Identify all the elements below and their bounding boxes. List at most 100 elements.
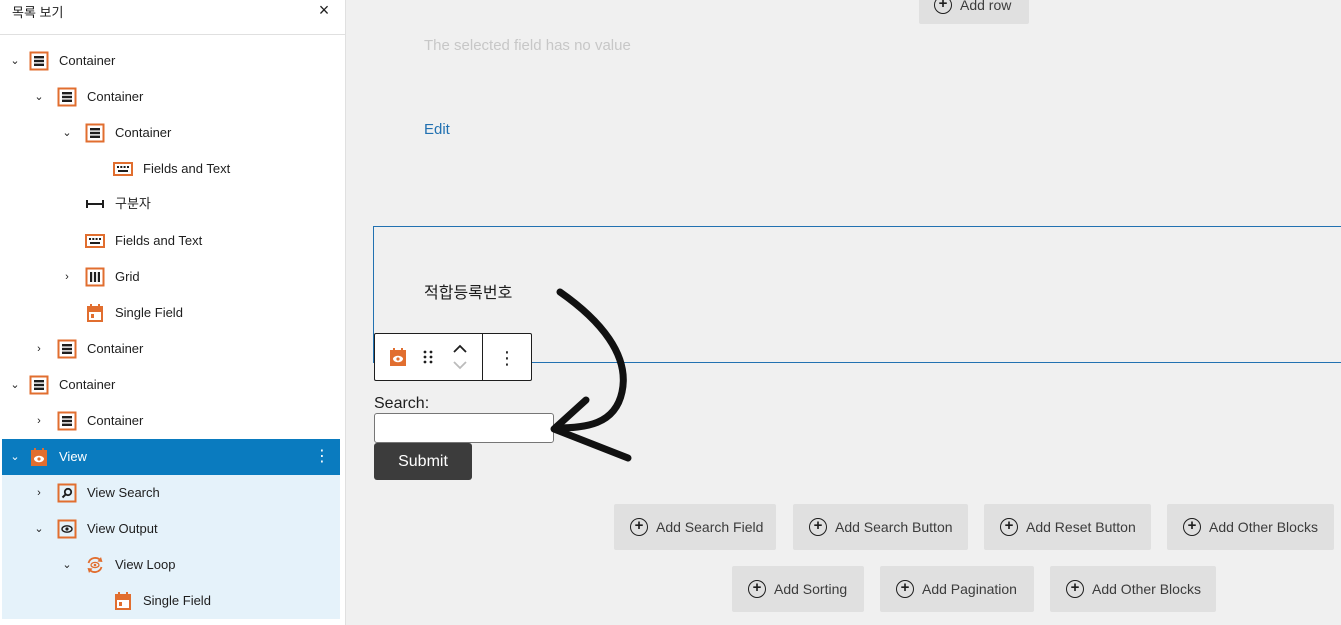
chevron-down-icon[interactable]: ⌄ [32, 90, 46, 104]
add-row-label: Add row [960, 0, 1012, 13]
chevron-right-icon[interactable]: › [32, 342, 46, 356]
container-icon [57, 87, 77, 107]
add-reset-button-button[interactable]: + Add Reset Button [984, 504, 1151, 550]
tree-item-container[interactable]: ⌄ Container [2, 79, 340, 115]
calendar-icon [87, 304, 103, 322]
tree-item-label: 구분자 [115, 196, 151, 211]
tree-item-label: Fields and Text [115, 233, 203, 248]
chevron-down-icon[interactable]: ⌄ [60, 558, 74, 572]
search-label: Search: [374, 395, 430, 412]
tree-item-label: Container [87, 89, 144, 104]
container-icon [29, 375, 49, 395]
tree-item-container[interactable]: ⌄ Container [2, 115, 340, 151]
tree-item-label: Container [115, 125, 172, 140]
plus-circle-icon: + [630, 518, 648, 536]
container-icon [57, 411, 77, 431]
tree-item-label: View Search [87, 485, 160, 500]
annotation-arrow [550, 288, 632, 462]
tree-item-label: Fields and Text [143, 161, 231, 176]
button-label: Add Search Button [835, 519, 953, 535]
block-toolbar: ⋮ [374, 333, 532, 381]
grid-icon [85, 267, 105, 287]
search-input[interactable] [374, 413, 554, 443]
tree-item-label: Grid [115, 269, 140, 284]
tree-item-view-output[interactable]: ⌄ View Output [2, 511, 340, 547]
list-view-header: 목록 보기 × [0, 0, 346, 35]
view-icon [31, 448, 47, 466]
block-field-text: 적합등록번호 [424, 285, 513, 302]
button-label: Add Pagination [922, 581, 1017, 597]
plus-circle-icon: + [809, 518, 827, 536]
chevron-down-icon[interactable]: ⌄ [32, 522, 46, 536]
chevron-down-icon[interactable]: ⌄ [8, 378, 22, 392]
chevron-right-icon[interactable]: › [60, 270, 74, 284]
close-icon[interactable]: × [314, 0, 334, 20]
tree-item-label: Single Field [115, 305, 183, 320]
plus-circle-icon: + [748, 580, 766, 598]
list-view-title: 목록 보기 [12, 5, 64, 20]
loop-icon [87, 557, 103, 573]
tree-item-container[interactable]: › Container [2, 403, 340, 439]
tree-item-view-loop[interactable]: ⌄ View Loop [2, 547, 340, 583]
button-label: Add Sorting [774, 581, 848, 597]
tree-item-fields-and-text[interactable]: Fields and Text [2, 223, 340, 259]
container-icon [85, 123, 105, 143]
add-row-button[interactable]: + Add row [919, 0, 1029, 24]
add-search-field-button[interactable]: + Add Search Field [614, 504, 776, 550]
search-icon [57, 483, 77, 503]
chevron-down-icon[interactable]: ⌄ [60, 126, 74, 140]
keyboard-icon [113, 162, 133, 176]
chevron-down-icon[interactable]: ⌄ [8, 54, 22, 68]
tree-item-view[interactable]: ⌄ View ⋮ [2, 439, 340, 475]
plus-circle-icon: + [934, 0, 952, 14]
drag-handle-icon[interactable] [421, 349, 435, 365]
tree-item-single-field[interactable]: Single Field [2, 583, 340, 619]
move-up-icon[interactable] [452, 343, 468, 355]
tree-item-container[interactable]: › Container [2, 331, 340, 367]
tree-item-label: Single Field [143, 593, 211, 608]
tree-item-container[interactable]: ⌄ Container [2, 43, 340, 79]
add-sorting-button[interactable]: + Add Sorting [732, 566, 864, 612]
container-icon [29, 51, 49, 71]
add-pagination-button[interactable]: + Add Pagination [880, 566, 1034, 612]
add-other-blocks-button[interactable]: + Add Other Blocks [1050, 566, 1216, 612]
tree-item-label: View [59, 449, 87, 464]
toolbar-divider [482, 334, 483, 380]
tree-item-label: Container [59, 53, 116, 68]
submit-button[interactable]: Submit [374, 443, 472, 480]
tree-item-container[interactable]: ⌄ Container [2, 367, 340, 403]
tree-item-fields-and-text[interactable]: Fields and Text [2, 151, 340, 187]
tree-item-separator[interactable]: 구분자 [2, 186, 340, 222]
keyboard-icon [85, 234, 105, 248]
container-icon [57, 339, 77, 359]
button-label: Add Other Blocks [1092, 581, 1201, 597]
eye-icon [57, 519, 77, 539]
plus-circle-icon: + [1000, 518, 1018, 536]
plus-circle-icon: + [1066, 580, 1084, 598]
chevron-right-icon[interactable]: › [32, 486, 46, 500]
list-view-panel: 목록 보기 × ⌄ Container ⌄ Container ⌄ Contai… [0, 0, 346, 625]
chevron-right-icon[interactable]: › [32, 414, 46, 428]
plus-circle-icon: + [1183, 518, 1201, 536]
plus-circle-icon: + [896, 580, 914, 598]
tree-item-view-search[interactable]: › View Search [2, 475, 340, 511]
tree-item-label: View Loop [115, 557, 176, 572]
tree-item-label: Container [87, 341, 144, 356]
separator-icon [86, 200, 104, 208]
button-label: Add Other Blocks [1209, 519, 1318, 535]
chevron-down-icon[interactable]: ⌄ [8, 450, 22, 464]
more-options-icon[interactable]: ⋮ [314, 448, 330, 466]
tree-item-label: Container [59, 377, 116, 392]
edit-link[interactable]: Edit [424, 121, 450, 138]
more-options-icon[interactable]: ⋮ [498, 348, 516, 368]
tree-item-grid[interactable]: › Grid [2, 259, 340, 295]
no-value-message: The selected field has no value [424, 37, 631, 54]
add-search-button-button[interactable]: + Add Search Button [793, 504, 968, 550]
calendar-icon [115, 592, 131, 610]
tree-item-label: Container [87, 413, 144, 428]
add-other-blocks-button[interactable]: + Add Other Blocks [1167, 504, 1334, 550]
view-icon[interactable] [388, 347, 408, 367]
move-down-icon[interactable] [452, 359, 468, 371]
tree-item-single-field[interactable]: Single Field [2, 295, 340, 331]
button-label: Add Search Field [656, 519, 764, 535]
